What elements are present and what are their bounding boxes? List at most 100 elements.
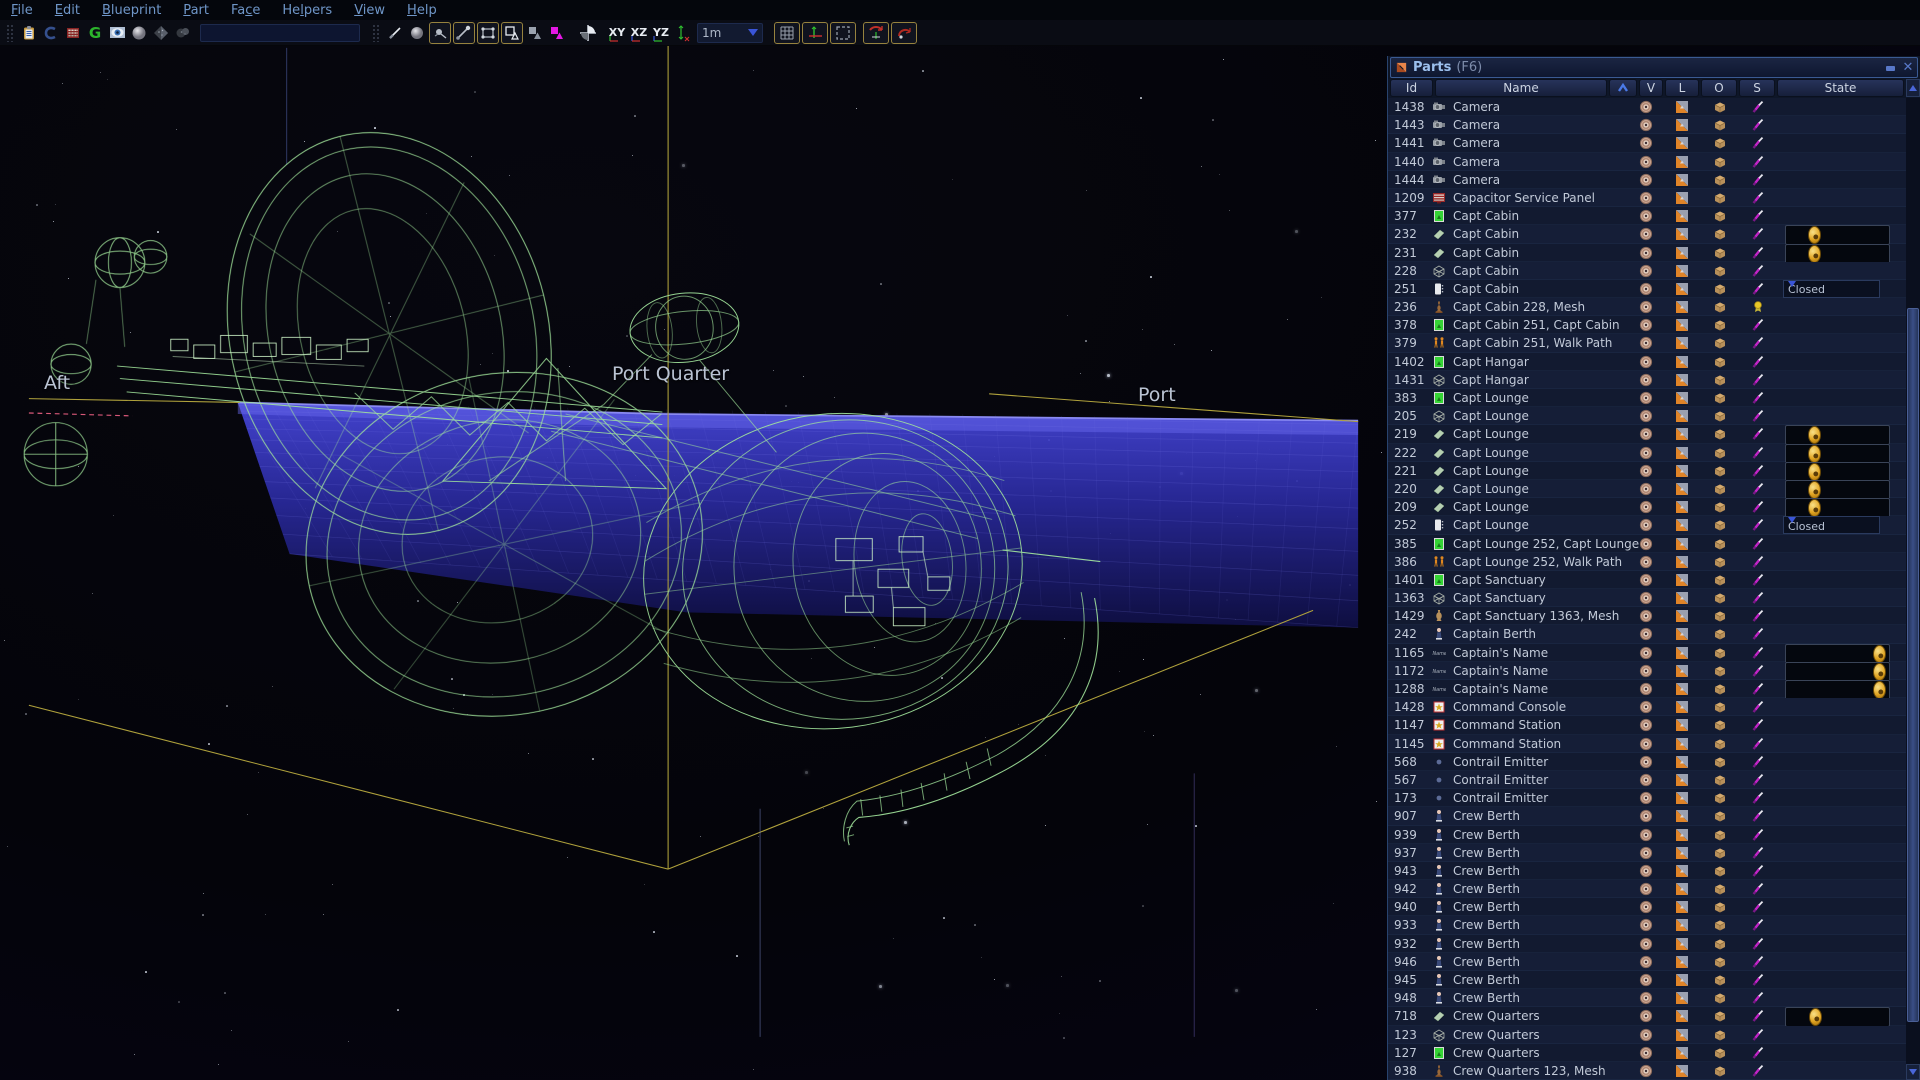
table-row[interactable]: 567Contrail Emitter — [1388, 771, 1907, 789]
table-row[interactable]: 123Crew Quarters — [1388, 1026, 1907, 1044]
paint-brush-icon[interactable] — [1739, 716, 1777, 734]
paint-brush-icon[interactable] — [1739, 989, 1777, 1007]
table-row[interactable]: 379Capt Cabin 251, Walk Path — [1388, 334, 1907, 352]
select-magenta-button[interactable] — [547, 23, 567, 43]
visibility-eye-icon[interactable] — [1629, 371, 1663, 389]
xy-plane-button[interactable]: XY — [607, 23, 627, 43]
visibility-eye-icon[interactable] — [1629, 625, 1663, 643]
visibility-eye-icon[interactable] — [1629, 662, 1663, 680]
object-box-icon[interactable] — [1701, 753, 1739, 771]
object-box-icon[interactable] — [1701, 844, 1739, 862]
layer-icon[interactable] — [1663, 753, 1701, 771]
layer-icon[interactable] — [1663, 334, 1701, 352]
diamond-material-button[interactable] — [151, 23, 171, 43]
visibility-eye-icon[interactable] — [1629, 989, 1663, 1007]
slider-knob[interactable] — [1809, 1008, 1822, 1026]
state-dropdown[interactable]: Closed — [1783, 280, 1880, 298]
visibility-eye-icon[interactable] — [1629, 607, 1663, 625]
vertical-axis-button[interactable] — [673, 23, 693, 43]
layer-icon[interactable] — [1663, 316, 1701, 334]
table-row[interactable]: 942Crew Berth — [1388, 880, 1907, 898]
paint-brush-icon[interactable] — [1739, 844, 1777, 862]
table-row[interactable]: 568Contrail Emitter — [1388, 753, 1907, 771]
object-box-icon[interactable] — [1701, 207, 1739, 225]
visibility-eye-icon[interactable] — [1629, 953, 1663, 971]
close-button[interactable]: ✕ — [1899, 60, 1917, 75]
layer-icon[interactable] — [1663, 1007, 1701, 1025]
slider-knob[interactable] — [1808, 481, 1821, 499]
table-row[interactable]: 383Capt Lounge — [1388, 389, 1907, 407]
layer-icon[interactable] — [1663, 680, 1701, 698]
object-box-icon[interactable] — [1701, 371, 1739, 389]
object-box-icon[interactable] — [1701, 116, 1739, 134]
object-box-icon[interactable] — [1701, 571, 1739, 589]
table-row[interactable]: 943Crew Berth — [1388, 862, 1907, 880]
visibility-eye-icon[interactable] — [1629, 134, 1663, 152]
layer-icon[interactable] — [1663, 553, 1701, 571]
layer-icon[interactable] — [1663, 735, 1701, 753]
paint-brush-icon[interactable] — [1739, 316, 1777, 334]
layer-icon[interactable] — [1663, 98, 1701, 116]
vertex-select-button[interactable] — [429, 22, 451, 44]
paint-brush-icon[interactable] — [1739, 807, 1777, 825]
visibility-eye-icon[interactable] — [1629, 480, 1663, 498]
object-box-icon[interactable] — [1701, 971, 1739, 989]
table-row[interactable]: 946Crew Berth — [1388, 953, 1907, 971]
layer-icon[interactable] — [1663, 916, 1701, 934]
visibility-eye-icon[interactable] — [1629, 753, 1663, 771]
menu-part[interactable]: Part — [172, 2, 220, 19]
table-row[interactable]: 209Capt Lounge — [1388, 498, 1907, 516]
visibility-eye-icon[interactable] — [1629, 462, 1663, 480]
visibility-eye-icon[interactable] — [1629, 680, 1663, 698]
layer-icon[interactable] — [1663, 807, 1701, 825]
object-box-icon[interactable] — [1701, 735, 1739, 753]
object-box-icon[interactable] — [1701, 880, 1739, 898]
visibility-eye-icon[interactable] — [1629, 262, 1663, 280]
edge-select-button[interactable] — [453, 22, 475, 44]
paint-brush-icon[interactable] — [1739, 953, 1777, 971]
layer-icon[interactable] — [1663, 389, 1701, 407]
paint-brush-icon[interactable] — [1739, 480, 1777, 498]
paint-brush-icon[interactable] — [1739, 698, 1777, 716]
state-slider[interactable] — [1785, 444, 1890, 464]
layer-icon[interactable] — [1663, 407, 1701, 425]
state-slider[interactable] — [1785, 680, 1890, 700]
visibility-eye-icon[interactable] — [1629, 1044, 1663, 1062]
visibility-eye-icon[interactable] — [1629, 862, 1663, 880]
paint-brush-icon[interactable] — [1739, 462, 1777, 480]
layer-icon[interactable] — [1663, 644, 1701, 662]
paint-brush-icon[interactable] — [1739, 225, 1777, 243]
layer-icon[interactable] — [1663, 371, 1701, 389]
visibility-eye-icon[interactable] — [1629, 826, 1663, 844]
state-slider[interactable] — [1785, 244, 1890, 264]
visibility-eye-icon[interactable] — [1629, 698, 1663, 716]
layer-icon[interactable] — [1663, 1062, 1701, 1080]
select-gray-button[interactable] — [525, 23, 545, 43]
object-box-icon[interactable] — [1701, 644, 1739, 662]
visibility-eye-icon[interactable] — [1629, 644, 1663, 662]
object-box-icon[interactable] — [1701, 807, 1739, 825]
object-box-icon[interactable] — [1701, 134, 1739, 152]
layer-icon[interactable] — [1663, 189, 1701, 207]
layer-icon[interactable] — [1663, 607, 1701, 625]
object-box-icon[interactable] — [1701, 680, 1739, 698]
state-dropdown[interactable]: Closed — [1783, 516, 1880, 534]
table-row[interactable]: 1145Command Station — [1388, 735, 1907, 753]
layer-icon[interactable] — [1663, 789, 1701, 807]
visibility-eye-icon[interactable] — [1629, 425, 1663, 443]
object-box-icon[interactable] — [1701, 898, 1739, 916]
visibility-eye-icon[interactable] — [1629, 935, 1663, 953]
paste-clipboard-button[interactable] — [19, 23, 39, 43]
table-row[interactable]: 232Capt Cabin — [1388, 225, 1907, 243]
visibility-eye-icon[interactable] — [1629, 571, 1663, 589]
visibility-eye-icon[interactable] — [1629, 553, 1663, 571]
layer-icon[interactable] — [1663, 171, 1701, 189]
table-row[interactable]: 127Crew Quarters — [1388, 1044, 1907, 1062]
layer-icon[interactable] — [1663, 207, 1701, 225]
visibility-eye-icon[interactable] — [1629, 298, 1663, 316]
face-select-button[interactable] — [477, 22, 499, 44]
paint-brush-icon[interactable] — [1739, 735, 1777, 753]
object-box-icon[interactable] — [1701, 1062, 1739, 1080]
paint-brush-icon[interactable] — [1739, 116, 1777, 134]
object-box-icon[interactable] — [1701, 480, 1739, 498]
